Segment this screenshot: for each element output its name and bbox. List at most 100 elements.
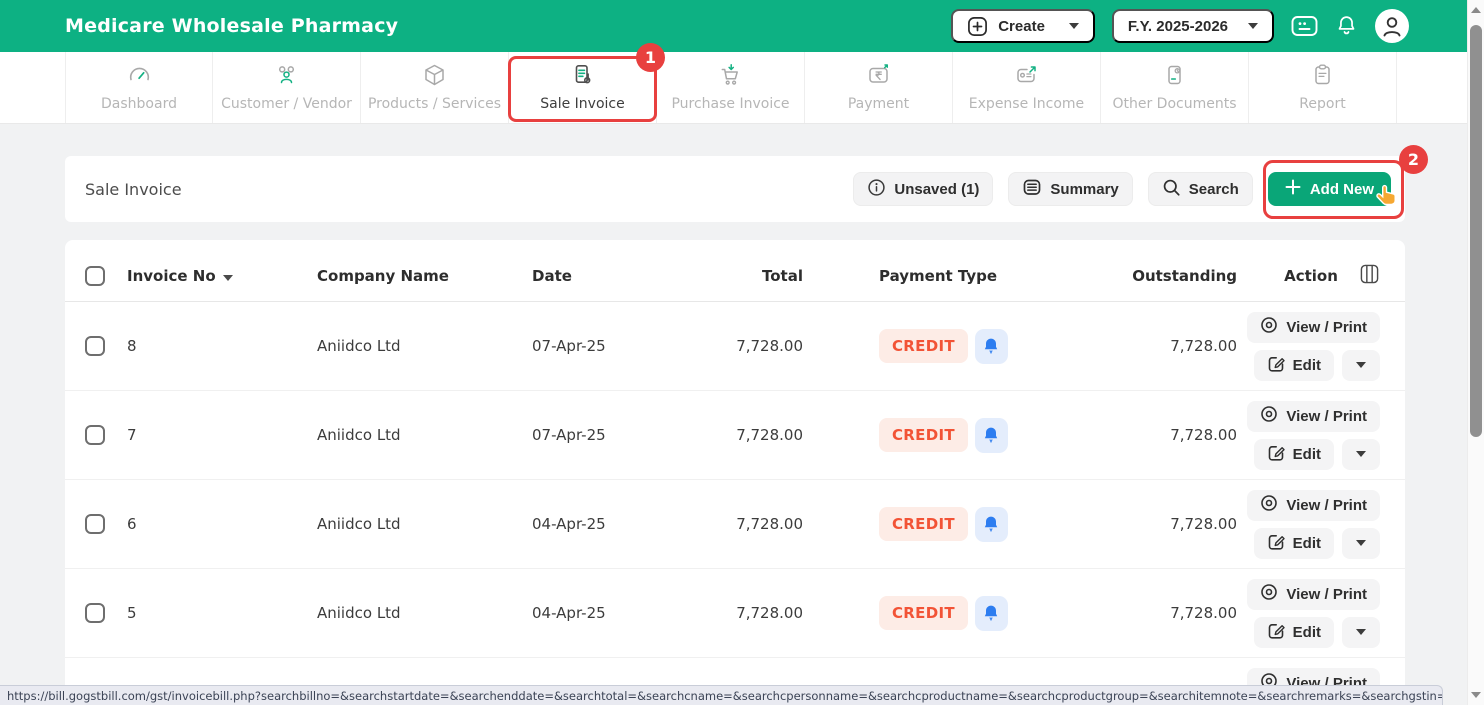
payment-reminder-bell-icon[interactable]: [974, 417, 1008, 453]
tab-sale-invoice[interactable]: Sale Invoice: [509, 52, 657, 123]
view-icon: [1260, 583, 1278, 605]
cell-company-name: Aniidco Ltd: [317, 426, 401, 444]
tab-other-documents[interactable]: Other Documents: [1101, 52, 1249, 123]
top-bar: Medicare Wholesale Pharmacy Create F.Y. …: [0, 0, 1467, 52]
chevron-down-icon: [1356, 540, 1366, 546]
edit-pencil-icon: [1267, 354, 1285, 376]
column-invoice-no[interactable]: Invoice No: [127, 267, 317, 285]
edit-button[interactable]: Edit: [1253, 438, 1334, 470]
chevron-down-icon: [1356, 451, 1366, 457]
cell-invoice-no: 7: [127, 426, 137, 444]
sort-desc-icon: [222, 274, 233, 281]
payment-type-badge: CREDIT: [879, 507, 968, 541]
shortcut-keyboard-icon[interactable]: [1291, 15, 1318, 37]
row-more-actions-button[interactable]: [1342, 527, 1380, 559]
cell-outstanding: 7,728.00: [1170, 337, 1237, 355]
app-window: Medicare Wholesale Pharmacy Create F.Y. …: [0, 0, 1484, 705]
column-total: Total: [762, 266, 803, 285]
payment-reminder-bell-icon[interactable]: [974, 328, 1008, 364]
cell-invoice-no: 6: [127, 515, 137, 533]
tab-label: Report: [1299, 96, 1346, 112]
payment-type-badge: CREDIT: [879, 418, 968, 452]
scrollbar-thumb[interactable]: [1470, 25, 1482, 437]
plus-square-icon: [967, 16, 988, 37]
view-print-button[interactable]: View / Print: [1247, 400, 1380, 432]
info-icon: [867, 178, 886, 201]
search-button[interactable]: Search: [1147, 172, 1253, 206]
column-company-name: Company Name: [317, 266, 449, 285]
row-checkbox[interactable]: [85, 425, 105, 445]
add-new-button[interactable]: Add New: [1267, 172, 1391, 206]
summary-list-icon: [1022, 177, 1042, 201]
tab-label: Expense Income: [968, 96, 1085, 112]
tab-purchase-invoice[interactable]: Purchase Invoice: [657, 52, 805, 123]
row-checkbox[interactable]: [85, 603, 105, 623]
table-row: 7 Aniidco Ltd 07-Apr-25 7,728.00 CREDIT …: [65, 391, 1405, 480]
cell-total: 7,728.00: [736, 604, 803, 622]
scroll-up-icon[interactable]: [1471, 7, 1481, 13]
row-more-actions-button[interactable]: [1342, 438, 1380, 470]
column-settings-icon[interactable]: [1360, 263, 1379, 288]
top-bar-actions: Create F.Y. 2025-2026: [951, 9, 1409, 43]
payment-reminder-bell-icon[interactable]: [974, 595, 1008, 631]
edit-pencil-icon: [1267, 443, 1285, 465]
tab-payment[interactable]: Payment: [805, 52, 953, 123]
edit-button[interactable]: Edit: [1253, 349, 1334, 381]
fiscal-year-label: F.Y. 2025-2026: [1127, 17, 1228, 35]
view-print-button[interactable]: View / Print: [1247, 489, 1380, 521]
cell-total: 7,728.00: [736, 426, 803, 444]
box-icon: [421, 62, 448, 93]
tab-products-services[interactable]: Products / Services: [361, 52, 509, 123]
payment-reminder-bell-icon[interactable]: [974, 506, 1008, 542]
cell-date: 04-Apr-25: [532, 604, 606, 622]
summary-button[interactable]: Summary: [1008, 172, 1133, 206]
table-row: 6 Aniidco Ltd 04-Apr-25 7,728.00 CREDIT …: [65, 480, 1405, 569]
add-new-label: Add New: [1309, 180, 1374, 198]
row-checkbox[interactable]: [85, 514, 105, 534]
tab-expense-income[interactable]: Expense Income: [953, 52, 1101, 123]
chevron-down-icon: [1068, 23, 1079, 29]
user-avatar[interactable]: [1375, 9, 1409, 43]
column-action: Action: [1284, 266, 1338, 285]
toolbar-actions: Unsaved (1) Summary Search Add New: [853, 172, 1391, 206]
annotation-step-2: 2: [1399, 145, 1428, 174]
cell-company-name: Aniidco Ltd: [317, 604, 401, 622]
tab-label: Other Documents: [1112, 96, 1237, 112]
cell-date: 07-Apr-25: [532, 426, 606, 444]
cell-invoice-no: 8: [127, 337, 137, 355]
tab-label: Products / Services: [367, 96, 502, 112]
row-more-actions-button[interactable]: [1342, 349, 1380, 381]
people-icon: [273, 62, 300, 93]
select-all-checkbox[interactable]: [85, 265, 105, 286]
unsaved-button[interactable]: Unsaved (1): [853, 172, 994, 206]
document-clock-icon: [1161, 62, 1188, 93]
fiscal-year-selector[interactable]: F.Y. 2025-2026: [1111, 9, 1274, 43]
cell-company-name: Aniidco Ltd: [317, 515, 401, 533]
chevron-down-icon: [1356, 629, 1366, 635]
cell-invoice-no: 5: [127, 604, 137, 622]
edit-button[interactable]: Edit: [1253, 616, 1334, 648]
notification-bell-icon[interactable]: [1335, 14, 1358, 38]
tab-report[interactable]: Report: [1249, 52, 1397, 123]
edit-button[interactable]: Edit: [1253, 527, 1334, 559]
cell-company-name: Aniidco Ltd: [317, 337, 401, 355]
create-button[interactable]: Create: [951, 9, 1095, 43]
chevron-down-icon: [1248, 23, 1258, 29]
view-print-button[interactable]: View / Print: [1247, 311, 1380, 343]
tab-dashboard[interactable]: Dashboard: [65, 52, 213, 123]
row-more-actions-button[interactable]: [1342, 616, 1380, 648]
status-bar: https://bill.gogstbill.com/gst/invoicebi…: [0, 685, 1443, 705]
tab-label: Dashboard: [101, 96, 177, 112]
cell-total: 7,728.00: [736, 337, 803, 355]
unsaved-label: Unsaved (1): [894, 180, 980, 198]
invoice-icon: [569, 62, 596, 93]
page-title: Sale Invoice: [85, 179, 182, 199]
page-toolbar: Sale Invoice Unsaved (1) Summary Search …: [65, 156, 1405, 222]
scroll-down-icon[interactable]: [1471, 692, 1481, 698]
table-row: 5 Aniidco Ltd 04-Apr-25 7,728.00 CREDIT …: [65, 569, 1405, 658]
view-print-button[interactable]: View / Print: [1247, 578, 1380, 610]
row-checkbox[interactable]: [85, 336, 105, 356]
search-label: Search: [1188, 180, 1239, 198]
tab-customer-vendor[interactable]: Customer / Vendor: [213, 52, 361, 123]
vertical-scrollbar[interactable]: [1467, 0, 1484, 705]
